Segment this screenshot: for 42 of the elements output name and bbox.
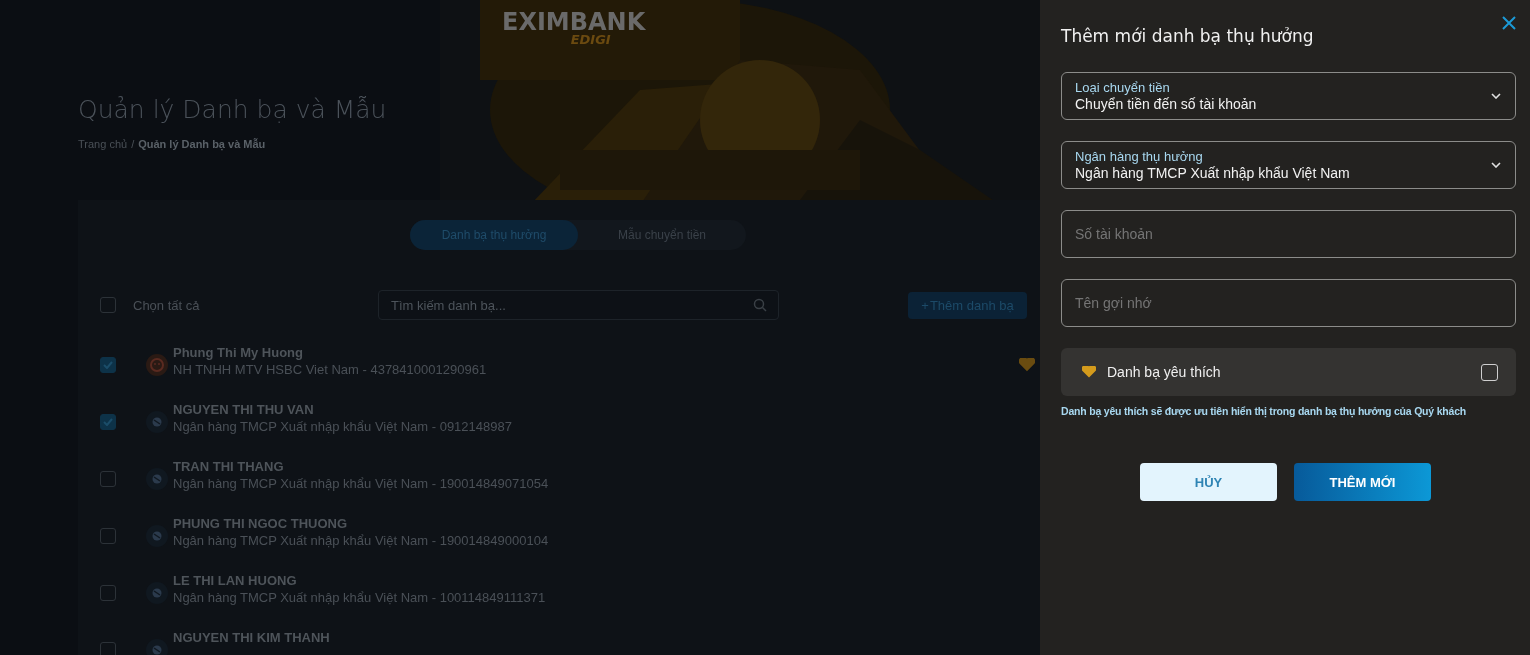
favorite-label: Danh bạ yêu thích [1107, 364, 1221, 380]
checkbox[interactable] [100, 414, 116, 430]
checkmark-icon [103, 418, 113, 426]
close-icon[interactable] [1502, 16, 1516, 30]
panel-title: Thêm mới danh bạ thụ hưởng [1061, 25, 1315, 48]
contact-name: Phung Thi My Huong [173, 345, 304, 360]
contact-name: PHUNG THI NGOC THUONG [173, 516, 349, 531]
contact-name: LE THI LAN HUONG [173, 573, 298, 588]
checkmark-icon [103, 361, 113, 369]
breadcrumb-link[interactable]: Trang chủ [78, 138, 128, 150]
add-button[interactable]: THÊM MỚI [1294, 463, 1431, 501]
checkbox[interactable] [100, 357, 116, 373]
contact-name: NGUYEN THI KIM THANH [173, 630, 330, 645]
input-field[interactable]: Tên gợi nhớ [1061, 279, 1516, 327]
contact-detail: Ngân hàng TMCP Xuất nhập khẩu Việt Nam - 0912148987 [173, 419, 512, 434]
contact-detail: NH TNHH MTV HSBC Viet Nam - 4378410001290961 [173, 362, 487, 377]
checkbox[interactable] [100, 642, 116, 655]
checkbox[interactable] [100, 471, 116, 487]
cancel-button[interactable]: HỦY [1140, 463, 1277, 501]
select-all-label: Chọn tất cả [133, 297, 200, 313]
contact-name: TRAN THI THANG [173, 459, 285, 474]
page-title: Quản lý Danh bạ và Mẫu [78, 95, 388, 124]
contact-detail: Ngân hàng TMCP Xuất nhập khẩu Việt Nam - 190014849000104 [173, 533, 549, 548]
breadcrumb-current: Quản lý Danh bạ và Mẫu [138, 138, 266, 150]
chevron-down-icon [1491, 162, 1501, 168]
checkbox[interactable] [100, 297, 116, 313]
breadcrumb-separator: / [131, 138, 135, 150]
search-icon [753, 298, 767, 312]
face-icon [146, 354, 168, 376]
checkbox[interactable] [100, 585, 116, 601]
heart-icon[interactable] [1019, 358, 1035, 372]
contact-name: NGUYEN THI THU VAN [173, 402, 315, 417]
contact-detail: Ngân hàng TMCP Xuất nhập khẩu Việt Nam - 190014849071054 [173, 476, 549, 491]
hint-text: Danh bạ yêu thích sẽ được ưu tiên hiển thị trong danh bạ thụ hưởng của Quý khách [1061, 405, 1468, 417]
input-field[interactable]: Số tài khoản [1061, 210, 1516, 258]
dropdown-field[interactable]: Loại chuyển tiền Chuyển tiền đến số tài khoản [1061, 72, 1516, 120]
search-field[interactable]: Tìm kiếm danh bạ... [378, 290, 779, 320]
contact-detail: Ngân hàng TMCP Xuất nhập khẩu Việt Nam - 100114849111371 [173, 590, 546, 605]
heart-icon [1082, 366, 1096, 378]
checkbox[interactable] [100, 528, 116, 544]
chevron-down-icon [1491, 93, 1501, 99]
dropdown-field[interactable]: Ngân hàng thụ hưởng Ngân hàng TMCP Xuất nhập khẩu Việt Nam [1061, 141, 1516, 189]
